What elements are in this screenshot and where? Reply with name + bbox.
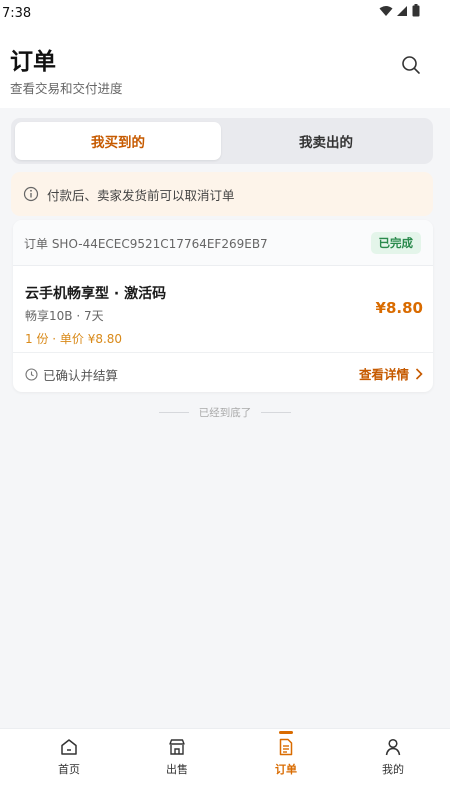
tab-bought[interactable]: 我买到的 (15, 122, 221, 160)
wifi-icon (379, 5, 393, 16)
product-name: 云手机畅享型 · 激活码 (25, 286, 167, 302)
page-header: 订单 查看交易和交付进度 (0, 28, 450, 108)
bottom-nav: 首页 出售 订单 我的 (0, 728, 450, 800)
nav-orders-label: 订单 (275, 763, 297, 776)
orders-content: 我买到的 我卖出的 付款后、卖家发货前可以取消订单 订单 SHO-44ECEC9… (0, 108, 450, 728)
nav-profile-label: 我的 (382, 763, 404, 776)
nav-profile[interactable]: 我的 (353, 737, 433, 793)
page-title: 订单 (10, 49, 56, 75)
nav-sell-label: 出售 (166, 763, 188, 776)
search-button[interactable] (400, 54, 422, 76)
divider (261, 412, 292, 413)
view-details-button[interactable]: 查看详情 (359, 364, 423, 383)
battery-icon (412, 4, 420, 17)
tab-sold[interactable]: 我卖出的 (223, 122, 429, 160)
nav-sell[interactable]: 出售 (137, 737, 217, 793)
chevron-right-icon (415, 367, 423, 380)
user-icon (385, 738, 401, 756)
page-subtitle: 查看交易和交付进度 (10, 81, 123, 96)
list-end-text: 已经到底了 (198, 407, 252, 419)
notice-text: 付款后、卖家发货前可以取消订单 (47, 187, 235, 203)
order-total: ¥8.80 (375, 299, 423, 317)
order-tabs: 我买到的 我卖出的 (11, 118, 433, 164)
order-header: 订单 SHO-44ECEC9521C17764EF269EB7 已完成 (13, 220, 433, 266)
list-end: 已经到底了 (0, 405, 450, 420)
order-footer: 已确认并结算 查看详情 (13, 352, 433, 392)
product-quantity-price: 1 份 · 单价 ¥8.80 (25, 332, 123, 346)
signal-icon (397, 5, 407, 16)
status-bar: 7:38 (0, 0, 450, 28)
nav-orders[interactable]: 订单 (246, 731, 326, 793)
view-details-label: 查看详情 (358, 367, 409, 382)
cancel-notice: 付款后、卖家发货前可以取消订单 (11, 172, 433, 216)
status-icons (379, 4, 420, 17)
store-icon (169, 739, 185, 755)
settled-text: 已确认并结算 (43, 368, 119, 383)
product-spec: 畅享10B · 7天 (25, 309, 104, 323)
divider (158, 412, 189, 413)
nav-home-label: 首页 (58, 763, 80, 776)
search-icon (402, 56, 420, 74)
document-icon (279, 738, 293, 756)
order-id: 订单 SHO-44ECEC9521C17764EF269EB7 (24, 237, 268, 251)
home-icon (61, 739, 77, 755)
clock-icon (25, 368, 38, 381)
status-time: 7:38 (2, 6, 32, 21)
status-badge: 已完成 (370, 232, 421, 254)
info-icon (23, 186, 39, 202)
settled-status: 已确认并结算 (25, 365, 118, 384)
order-card[interactable]: 订单 SHO-44ECEC9521C17764EF269EB7 已完成 云手机畅… (13, 220, 433, 392)
nav-home[interactable]: 首页 (29, 737, 109, 793)
active-indicator (279, 731, 293, 734)
